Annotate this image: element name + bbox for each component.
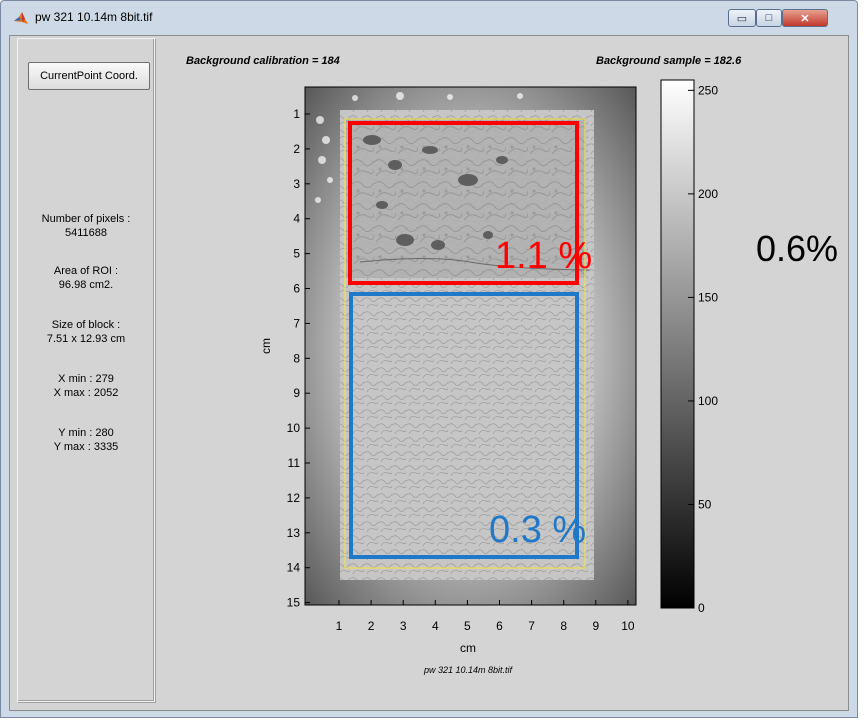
upper-roi-percentage: 1.1 % [495, 235, 592, 277]
y-tick-label: 2 [293, 142, 300, 156]
colorbar [660, 79, 695, 609]
colorbar-tick-label: 50 [698, 497, 712, 511]
y-tick-label: 10 [287, 421, 301, 435]
y-tick-label: 1 [293, 107, 300, 121]
colorbar-tick-label: 0 [698, 601, 705, 615]
x-tick-label: 9 [592, 619, 599, 633]
x-tick-label: 2 [368, 619, 375, 633]
y-tick-label: 9 [293, 386, 300, 400]
y-tick-label: 8 [293, 351, 300, 365]
y-tick-label: 3 [293, 177, 300, 191]
y-tick-label: 14 [287, 561, 301, 575]
colorbar-tick-label: 150 [698, 290, 718, 304]
lower-roi-percentage: 0.3 % [489, 509, 586, 551]
colorbar-tick-label: 100 [698, 394, 718, 408]
y-axis-label: cm [259, 338, 273, 354]
x-axis-label: cm [460, 641, 476, 655]
image-figure: 1.1 % 0.3 % 123456789101112131415 123456… [259, 79, 718, 675]
y-tick-label: 15 [287, 596, 301, 610]
y-tick-label: 6 [293, 282, 300, 296]
y-tick-label: 7 [293, 316, 300, 330]
y-tick-label: 13 [287, 526, 301, 540]
x-tick-label: 5 [464, 619, 471, 633]
figure-caption: pw 321 10.14m 8bit.tif [423, 665, 514, 675]
colorbar-tick-label: 250 [698, 83, 718, 97]
x-tick-label: 6 [496, 619, 503, 633]
y-tick-label: 4 [293, 212, 300, 226]
x-tick-label: 1 [336, 619, 343, 633]
x-tick-label: 10 [621, 619, 635, 633]
y-tick-label: 11 [288, 456, 301, 470]
colorbar-tick-label: 200 [698, 187, 718, 201]
x-tick-label: 8 [560, 619, 567, 633]
x-tick-label: 3 [400, 619, 407, 633]
y-tick-label: 12 [287, 491, 301, 505]
y-tick-label: 5 [293, 247, 300, 261]
x-tick-label: 7 [528, 619, 535, 633]
x-tick-label: 4 [432, 619, 439, 633]
overall-percentage: 0.6% [756, 228, 839, 269]
